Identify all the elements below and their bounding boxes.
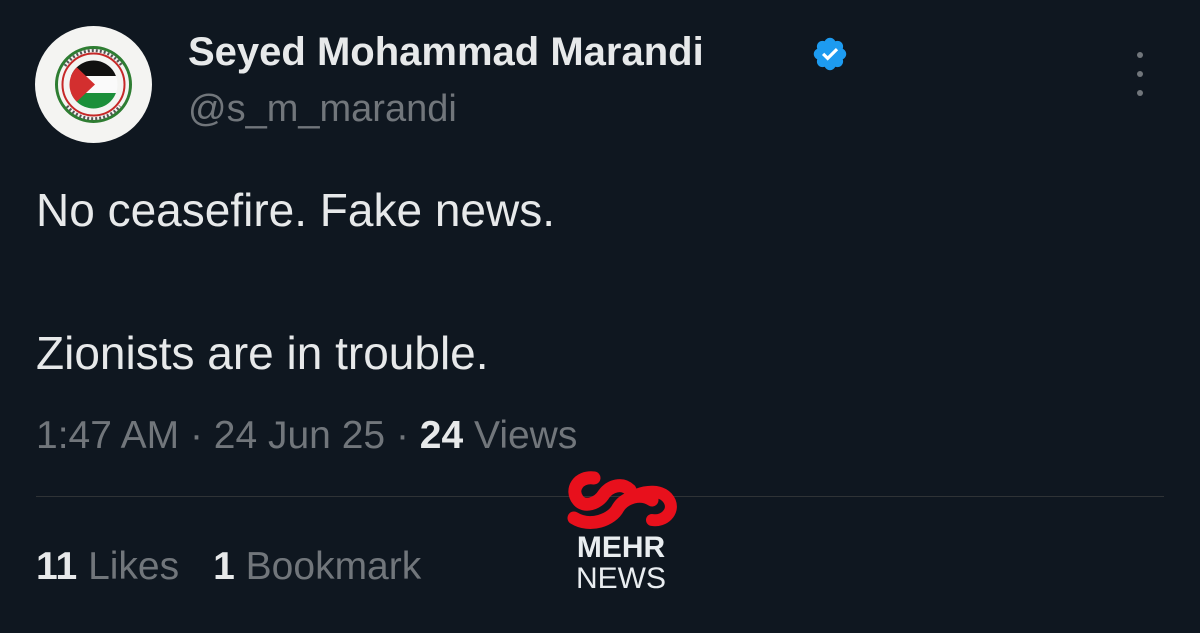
- views-count: 24: [419, 414, 464, 457]
- bookmarks-stat[interactable]: 1 Bookmark: [213, 545, 421, 588]
- more-dot: [1137, 52, 1143, 58]
- likes-label: Likes: [88, 545, 180, 588]
- likes-stat[interactable]: 11 Likes: [36, 545, 179, 588]
- bookmarks-label: Bookmark: [245, 545, 422, 588]
- tweet-time[interactable]: 1:47 AM: [36, 414, 179, 457]
- watermark-line-2: NEWS: [576, 562, 666, 595]
- likes-count: 11: [36, 545, 78, 588]
- more-dot: [1137, 71, 1143, 77]
- bookmarks-count: 1: [213, 545, 235, 588]
- more-dot: [1137, 90, 1143, 96]
- more-options-icon[interactable]: [1126, 52, 1154, 96]
- meta-separator: ·: [395, 414, 409, 457]
- verified-badge-icon: [813, 37, 847, 71]
- tweet-text-line-1: No ceasefire. Fake news.: [36, 184, 556, 236]
- palestine-flag-emblem: [35, 26, 152, 143]
- meta-separator: ·: [189, 414, 203, 457]
- views-label: Views: [474, 414, 578, 457]
- engagement-stats: 11 Likes 1 Bookmark: [36, 545, 421, 589]
- avatar[interactable]: [35, 26, 152, 143]
- tweet-date[interactable]: 24 Jun 25: [214, 414, 385, 457]
- watermark-line-1: MEHR: [576, 531, 666, 564]
- author-display-name[interactable]: Seyed Mohammad Marandi: [188, 30, 704, 75]
- tweet-text-line-2: Zionists are in trouble.: [36, 327, 489, 379]
- author-handle[interactable]: @s_m_marandi: [188, 88, 457, 131]
- mehr-logo-mark: [567, 471, 677, 529]
- tweet-meta: 1:47 AM · 24 Jun 25 · 24 Views: [36, 414, 577, 458]
